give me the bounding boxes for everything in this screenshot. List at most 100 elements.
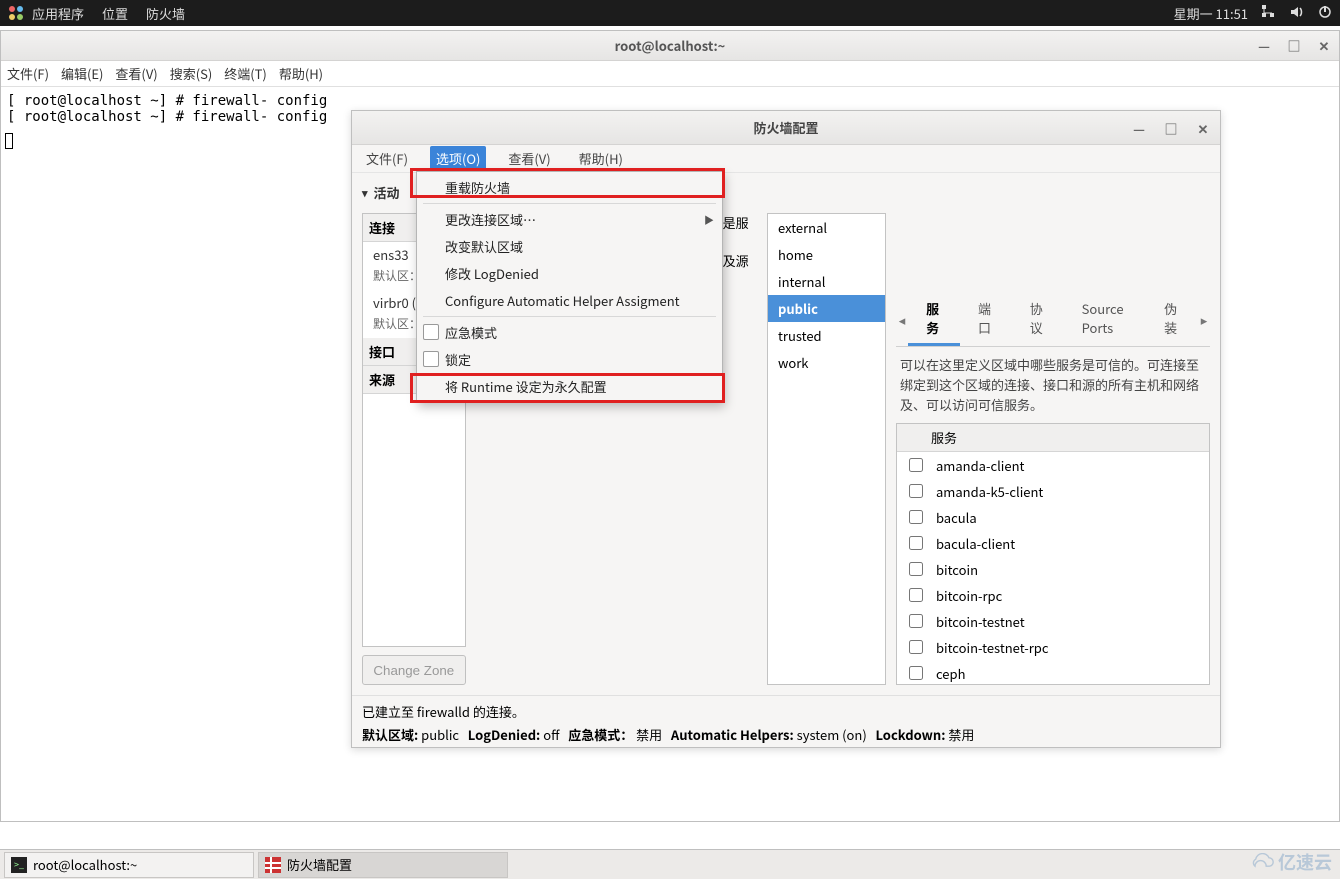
panel-firewall[interactable]: 防火墙 [146,4,185,23]
terminal-menu-help[interactable]: 帮助(H) [279,64,323,83]
zone-work[interactable]: work [768,349,885,376]
firewall-footer: 已建立至 firewalld 的连接。 默认区域: public LogDeni… [352,695,1220,747]
menu-modify-logdenied[interactable]: 修改 LogDenied [417,260,722,287]
watermark: 亿速云 [1248,849,1332,875]
service-row[interactable]: bacula-client [897,530,1209,556]
terminal-menu-view[interactable]: 查看(V) [115,64,157,83]
terminal-maximize-button[interactable]: □ [1285,36,1303,54]
tab-ports[interactable]: 端口 [960,293,1012,346]
tab-services[interactable]: 服务 [908,293,960,346]
services-column: ◂ 服务 端口 协议 Source Ports 伪装 ▸ 可以在这里定义区域中哪… [896,293,1210,685]
zone-home[interactable]: home [768,241,885,268]
tab-scroll-left[interactable]: ◂ [896,310,908,329]
service-label: bitcoin-testnet-rpc [936,638,1049,657]
service-row[interactable]: bacula [897,504,1209,530]
terminal-menu-terminal[interactable]: 终端(T) [224,64,267,83]
firewall-minimize-button[interactable]: — [1130,119,1148,137]
service-checkbox[interactable] [909,562,923,576]
fw-menu-options[interactable]: 选项(O) [430,146,486,171]
menu-lockdown[interactable]: 锁定 [417,346,722,373]
service-checkbox[interactable] [909,510,923,524]
logdenied-label: LogDenied: [468,725,541,744]
service-row[interactable]: amanda-k5-client [897,478,1209,504]
service-checkbox[interactable] [909,666,923,680]
terminal-menu-edit[interactable]: 编辑(E) [61,64,103,83]
default-zone-label: 默认区域: [362,725,418,744]
service-checkbox[interactable] [909,614,923,628]
helpers-label: Automatic Helpers: [671,725,794,744]
firewall-icon [265,857,281,873]
service-label: bacula [936,508,977,527]
menu-configure-helper[interactable]: Configure Automatic Helper Assigment [417,287,722,314]
terminal-icon: >_ [11,857,27,873]
services-description: 可以在这里定义区域中哪些服务是可信的。可连接至绑定到这个区域的连接、接口和源的所… [896,347,1210,423]
activities-icon[interactable] [8,5,24,21]
service-row[interactable]: bitcoin-rpc [897,582,1209,608]
panic-value: 禁用 [636,725,662,744]
fw-menu-help[interactable]: 帮助(H) [573,146,629,171]
power-icon[interactable] [1318,4,1332,23]
firewall-maximize-button[interactable]: □ [1162,119,1180,137]
zone-config-tabs: ◂ 服务 端口 协议 Source Ports 伪装 ▸ [896,293,1210,347]
taskbar-firewall[interactable]: 防火墙配置 [258,852,508,878]
service-row[interactable]: ceph [897,660,1209,685]
fw-menu-file[interactable]: 文件(F) [360,146,414,171]
panel-applications[interactable]: 应用程序 [32,4,84,23]
tab-protocols[interactable]: 协议 [1012,293,1064,346]
zone-public[interactable]: public [768,295,885,322]
status-summary: 默认区域: public LogDenied: off 应急模式： 禁用 Aut… [362,725,1210,744]
zone-external[interactable]: external [768,214,885,241]
service-row[interactable]: amanda-client [897,452,1209,478]
tab-source-ports[interactable]: Source Ports [1064,293,1146,346]
menu-separator [423,203,716,204]
logdenied-value: off [543,725,559,744]
lockdown-value: 禁用 [948,725,974,744]
service-row[interactable]: bitcoin-testnet-rpc [897,634,1209,660]
zone-internal[interactable]: internal [768,268,885,295]
fw-menu-view[interactable]: 查看(V) [502,146,556,171]
service-label: bacula-client [936,534,1015,553]
taskbar-firewall-label: 防火墙配置 [287,855,352,874]
service-row[interactable]: bitcoin [897,556,1209,582]
change-zone-button[interactable]: Change Zone [362,655,466,685]
service-checkbox[interactable] [909,640,923,654]
menu-change-connection-zone[interactable]: 更改连接区域⋯ [417,206,722,233]
terminal-menu-file[interactable]: 文件(F) [7,64,49,83]
terminal-close-button[interactable]: ✕ [1315,36,1333,54]
volume-icon[interactable] [1290,4,1304,23]
menu-panic-mode[interactable]: 应急模式 [417,319,722,346]
service-checkbox[interactable] [909,588,923,602]
options-dropdown: 重载防火墙 更改连接区域⋯ 改变默认区域 修改 LogDenied Config… [416,171,723,403]
terminal-minimize-button[interactable]: — [1255,36,1273,54]
menu-change-default-zone[interactable]: 改变默认区域 [417,233,722,260]
network-icon[interactable] [1262,4,1276,23]
default-zone-value: public [421,725,459,744]
panel-places[interactable]: 位置 [102,4,128,23]
service-checkbox[interactable] [909,536,923,550]
service-checkbox[interactable] [909,458,923,472]
firewall-titlebar[interactable]: 防火墙配置 — □ ✕ [352,111,1220,145]
service-label: amanda-client [936,456,1024,475]
helpers-value: system (on) [797,725,867,744]
service-row[interactable]: bitcoin-testnet [897,608,1209,634]
menu-reload-firewall[interactable]: 重载防火墙 [417,174,722,201]
terminal-cursor [5,133,13,149]
terminal-titlebar[interactable]: root@localhost:~ — □ ✕ [1,31,1339,61]
lockdown-label: Lockdown: [875,725,945,744]
service-checkbox[interactable] [909,484,923,498]
tab-masquerade[interactable]: 伪装 [1146,293,1198,346]
zones-column: external home internal public trusted wo… [767,213,886,685]
terminal-menu-search[interactable]: 搜索(S) [170,64,213,83]
firewall-close-button[interactable]: ✕ [1194,119,1212,137]
taskbar-terminal-label: root@localhost:~ [33,855,137,874]
svg-text:>_: >_ [14,858,24,871]
taskbar-terminal[interactable]: >_ root@localhost:~ [4,852,254,878]
zones-list[interactable]: external home internal public trusted wo… [767,213,886,685]
tab-scroll-right[interactable]: ▸ [1198,310,1210,329]
terminal-menubar: 文件(F) 编辑(E) 查看(V) 搜索(S) 终端(T) 帮助(H) [1,61,1339,87]
zone-trusted[interactable]: trusted [768,322,885,349]
panel-clock[interactable]: 星期一 11:51 [1174,4,1248,23]
menu-separator [423,316,716,317]
services-table-header[interactable]: 服务 [897,424,1209,452]
menu-runtime-to-permanent[interactable]: 将 Runtime 设定为永久配置 [417,373,722,400]
